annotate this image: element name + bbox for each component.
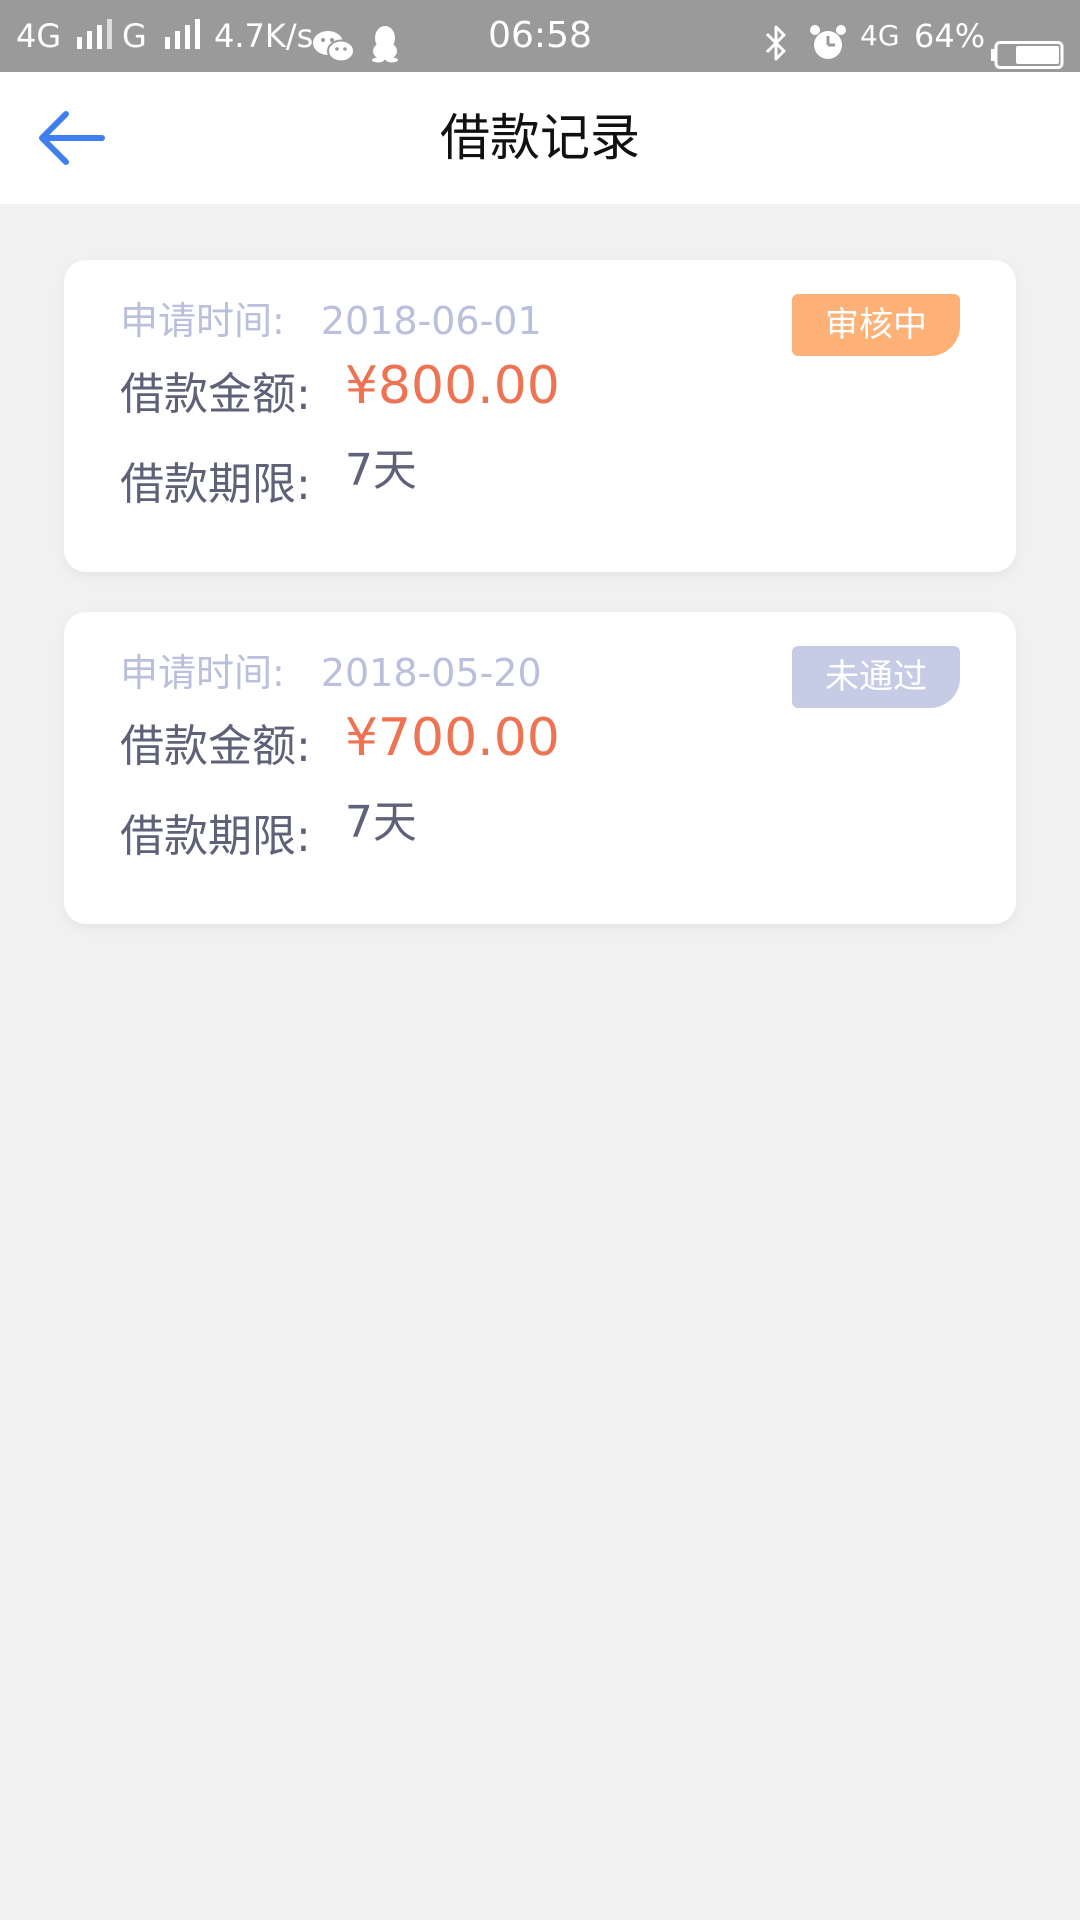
loan-amount-label: 借款金额:	[120, 721, 311, 772]
page-title: 借款记录	[440, 109, 640, 167]
apply-date-value: 2018-06-01	[320, 299, 542, 343]
loan-term-label: 借款期限:	[120, 459, 311, 510]
loan-term-row: 借款期限: 7天	[120, 797, 417, 864]
loan-term-label: 借款期限:	[120, 811, 311, 862]
loan-record-list: 申请时间: 2018-06-01 借款金额: ¥800.00 借款期限: 7天 审核中…	[64, 260, 1016, 964]
bluetooth-icon	[762, 16, 790, 61]
loan-amount-row: 借款金额: ¥800.00	[120, 356, 560, 422]
loan-record-card[interactable]: 申请时间: 2018-06-01 借款金额: ¥800.00 借款期限: 7天 审核中	[64, 260, 1016, 572]
alarm-clock-icon	[808, 16, 848, 59]
apply-date-label: 申请时间:	[120, 299, 285, 343]
status-bar: 4G G 4.7K/s 06:58 4G 64%	[0, 0, 1080, 72]
loan-term-row: 借款期限: 7天	[120, 445, 417, 512]
status-badge: 审核中	[792, 294, 960, 356]
battery-icon	[990, 22, 1064, 69]
loan-amount-value: ¥800.00	[344, 356, 560, 416]
network-type-3: 4G	[860, 19, 900, 52]
status-badge: 未通过	[792, 646, 960, 708]
battery-percent: 64%	[914, 17, 986, 55]
loan-amount-row: 借款金额: ¥700.00	[120, 708, 560, 774]
loan-record-card[interactable]: 申请时间: 2018-05-20 借款金额: ¥700.00 借款期限: 7天 未通过	[64, 612, 1016, 924]
loan-amount-value: ¥700.00	[344, 708, 560, 768]
loan-amount-label: 借款金额:	[120, 369, 311, 420]
loan-term-value: 7天	[344, 797, 417, 848]
apply-date-row: 申请时间: 2018-06-01	[120, 290, 542, 345]
apply-date-label: 申请时间:	[120, 651, 285, 695]
back-button[interactable]	[30, 102, 120, 174]
loan-term-value: 7天	[344, 445, 417, 496]
app-header: 借款记录	[0, 72, 1080, 204]
apply-date-value: 2018-05-20	[320, 651, 542, 695]
arrow-left-icon	[39, 111, 105, 165]
apply-date-row: 申请时间: 2018-05-20	[120, 642, 542, 697]
